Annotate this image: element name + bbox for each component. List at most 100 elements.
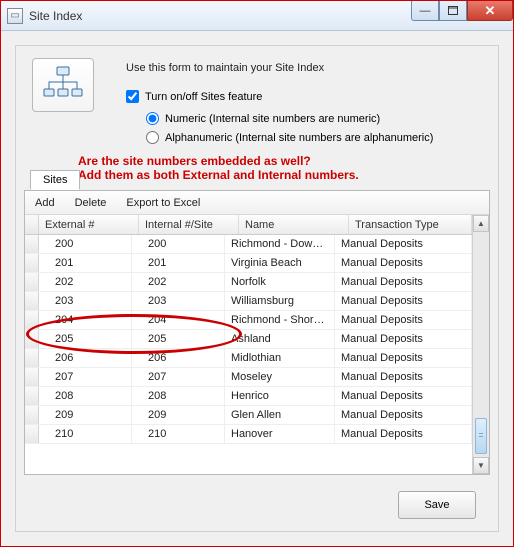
table-row[interactable]: 208208HenricoManual Deposits (25, 387, 472, 406)
row-header[interactable] (25, 406, 39, 424)
tab-group: Sites Add Delete Export to Excel Externa… (24, 170, 490, 475)
row-header[interactable] (25, 292, 39, 310)
grid-header: External # Internal #/Site Name Transact… (25, 215, 472, 235)
feature-checkbox[interactable] (126, 90, 139, 103)
cell-external[interactable]: 210 (39, 425, 132, 443)
cell-name[interactable]: Moseley (225, 368, 335, 386)
radio-numeric[interactable] (146, 112, 159, 125)
col-external[interactable]: External # (39, 215, 139, 234)
cell-internal[interactable]: 202 (132, 273, 225, 291)
col-internal[interactable]: Internal #/Site (139, 215, 239, 234)
col-transaction-type[interactable]: Transaction Type (349, 215, 472, 234)
minimize-button[interactable]: — (411, 1, 439, 21)
window-buttons: — ✕ (411, 1, 513, 21)
cell-internal[interactable]: 208 (132, 387, 225, 405)
radio-alphanumeric[interactable] (146, 131, 159, 144)
cell-name[interactable]: Glen Allen (225, 406, 335, 424)
table-row[interactable]: 210210HanoverManual Deposits (25, 425, 472, 444)
scroll-up-button[interactable]: ▲ (473, 215, 489, 232)
cell-name[interactable]: Norfolk (225, 273, 335, 291)
export-button[interactable]: Export to Excel (116, 191, 210, 214)
delete-button[interactable]: Delete (65, 191, 117, 214)
cell-internal[interactable]: 206 (132, 349, 225, 367)
add-button[interactable]: Add (25, 191, 65, 214)
vertical-scrollbar[interactable]: ▲ ▼ (472, 215, 489, 474)
grid-toolbar: Add Delete Export to Excel (25, 191, 489, 215)
table-row[interactable]: 204204Richmond - Shor…Manual Deposits (25, 311, 472, 330)
cell-external[interactable]: 202 (39, 273, 132, 291)
titlebar: ▭ Site Index — ✕ (1, 1, 513, 31)
col-name[interactable]: Name (239, 215, 349, 234)
table-row[interactable]: 201201Virginia BeachManual Deposits (25, 254, 472, 273)
cell-name[interactable]: Hanover (225, 425, 335, 443)
cell-external[interactable]: 206 (39, 349, 132, 367)
cell-external[interactable]: 204 (39, 311, 132, 329)
cell-internal[interactable]: 203 (132, 292, 225, 310)
cell-external[interactable]: 207 (39, 368, 132, 386)
cell-internal[interactable]: 207 (132, 368, 225, 386)
row-header[interactable] (25, 368, 39, 386)
cell-transaction-type[interactable]: Manual Deposits (335, 406, 472, 424)
radio-numeric-label: Numeric (Internal site numbers are numer… (165, 113, 380, 125)
maximize-button[interactable] (439, 1, 467, 21)
table-row[interactable]: 207207MoseleyManual Deposits (25, 368, 472, 387)
grid: External # Internal #/Site Name Transact… (25, 215, 472, 474)
cell-name[interactable]: Midlothian (225, 349, 335, 367)
cell-name[interactable]: Virginia Beach (225, 254, 335, 272)
cell-transaction-type[interactable]: Manual Deposits (335, 330, 472, 348)
table-row[interactable]: 209209Glen AllenManual Deposits (25, 406, 472, 425)
cell-internal[interactable]: 204 (132, 311, 225, 329)
cell-internal[interactable]: 200 (132, 235, 225, 253)
cell-name[interactable]: Ashland (225, 330, 335, 348)
table-row[interactable]: 200200Richmond - Dow…Manual Deposits (25, 235, 472, 254)
cell-transaction-type[interactable]: Manual Deposits (335, 387, 472, 405)
row-header[interactable] (25, 254, 39, 272)
cell-transaction-type[interactable]: Manual Deposits (335, 368, 472, 386)
cell-internal[interactable]: 205 (132, 330, 225, 348)
cell-transaction-type[interactable]: Manual Deposits (335, 311, 472, 329)
app-icon: ▭ (7, 8, 23, 24)
table-row[interactable]: 202202NorfolkManual Deposits (25, 273, 472, 292)
row-header[interactable] (25, 387, 39, 405)
tab-pane: Add Delete Export to Excel External # In… (24, 190, 490, 475)
tab-sites[interactable]: Sites (30, 170, 80, 190)
row-header[interactable] (25, 349, 39, 367)
feature-checkbox-row: Turn on/off Sites feature (126, 90, 262, 103)
table-row[interactable]: 205205AshlandManual Deposits (25, 330, 472, 349)
cell-name[interactable]: Williamsburg (225, 292, 335, 310)
row-header[interactable] (25, 273, 39, 291)
table-row[interactable]: 203203WilliamsburgManual Deposits (25, 292, 472, 311)
close-button[interactable]: ✕ (467, 1, 513, 21)
feature-checkbox-label: Turn on/off Sites feature (145, 91, 262, 103)
cell-external[interactable]: 208 (39, 387, 132, 405)
cell-external[interactable]: 200 (39, 235, 132, 253)
row-header[interactable] (25, 311, 39, 329)
row-header[interactable] (25, 235, 39, 253)
cell-external[interactable]: 201 (39, 254, 132, 272)
table-row[interactable]: 206206MidlothianManual Deposits (25, 349, 472, 368)
cell-external[interactable]: 209 (39, 406, 132, 424)
cell-external[interactable]: 203 (39, 292, 132, 310)
cell-internal[interactable]: 201 (132, 254, 225, 272)
scroll-down-button[interactable]: ▼ (473, 457, 489, 474)
cell-transaction-type[interactable]: Manual Deposits (335, 235, 472, 253)
cell-transaction-type[interactable]: Manual Deposits (335, 349, 472, 367)
scroll-thumb[interactable] (475, 418, 487, 454)
cell-transaction-type[interactable]: Manual Deposits (335, 273, 472, 291)
cell-transaction-type[interactable]: Manual Deposits (335, 425, 472, 443)
row-header[interactable] (25, 425, 39, 443)
cell-name[interactable]: Richmond - Dow… (225, 235, 335, 253)
row-header[interactable] (25, 330, 39, 348)
cell-transaction-type[interactable]: Manual Deposits (335, 254, 472, 272)
org-chart-icon (32, 58, 94, 112)
save-button[interactable]: Save (398, 491, 476, 519)
number-type-radios: Numeric (Internal site numbers are numer… (146, 112, 433, 150)
cell-name[interactable]: Henrico (225, 387, 335, 405)
main-panel: Use this form to maintain your Site Inde… (15, 45, 499, 532)
instruction-text: Use this form to maintain your Site Inde… (126, 62, 324, 74)
cell-external[interactable]: 205 (39, 330, 132, 348)
cell-internal[interactable]: 210 (132, 425, 225, 443)
cell-internal[interactable]: 209 (132, 406, 225, 424)
cell-transaction-type[interactable]: Manual Deposits (335, 292, 472, 310)
cell-name[interactable]: Richmond - Shor… (225, 311, 335, 329)
